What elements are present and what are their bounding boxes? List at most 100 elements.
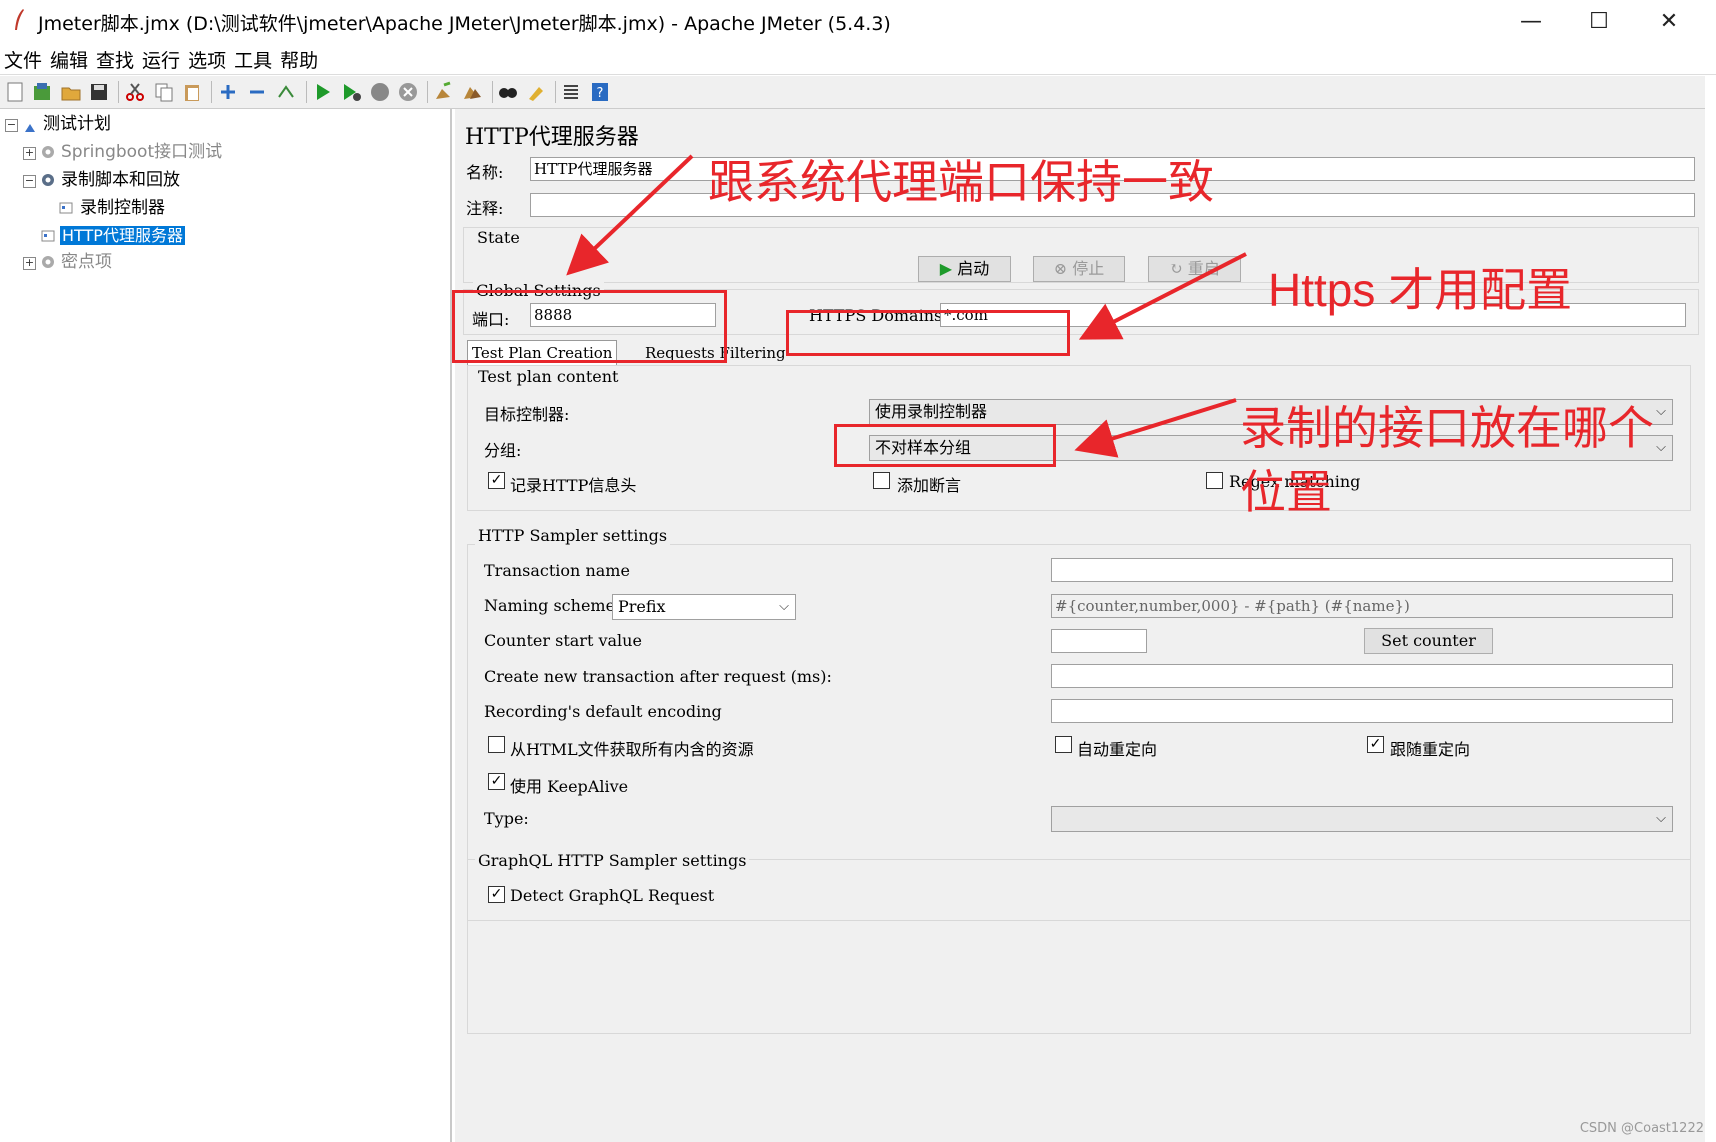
start-icon[interactable] — [312, 81, 334, 103]
test-plan-icon — [25, 117, 35, 132]
menu-bar: 文件 编辑 查找 运行 选项 工具 帮助 — [0, 44, 1716, 75]
transaction-name-label: Transaction name — [484, 561, 630, 580]
record-headers-label: 记录HTTP信息头 — [510, 476, 637, 495]
paste-icon[interactable] — [181, 81, 203, 103]
gear-icon — [42, 146, 54, 158]
naming-scheme-label: Naming scheme — [484, 596, 616, 615]
collapse-toggle[interactable]: − — [23, 175, 36, 188]
start-button[interactable]: ▶ 启动 — [918, 256, 1011, 282]
expand-toggle[interactable]: + — [23, 257, 36, 270]
search-icon[interactable] — [497, 81, 519, 103]
annotation-port-text: 跟系统代理端口保持一致 — [708, 155, 1214, 209]
tree-item-springboot[interactable]: Springboot接口测试 — [61, 140, 222, 164]
gear-icon — [42, 174, 54, 186]
state-label: State — [474, 228, 523, 247]
copy-icon[interactable] — [153, 81, 175, 103]
menu-help[interactable]: 帮助 — [276, 44, 322, 73]
tree-item-dense-points[interactable]: 密点项 — [61, 250, 112, 274]
stop-icon[interactable] — [369, 81, 391, 103]
counter-start-label: Counter start value — [484, 631, 642, 650]
name-label: 名称: — [466, 163, 504, 182]
watermark: CSDN @Coast1222 — [1579, 1121, 1704, 1136]
create-transaction-label: Create new transaction after request (ms… — [484, 667, 832, 686]
annotation-box-target — [834, 424, 1056, 467]
start-no-pause-icon[interactable] — [340, 81, 362, 103]
expand-all-icon[interactable] — [217, 81, 239, 103]
retrieve-resources-checkbox[interactable] — [488, 736, 505, 753]
menu-search[interactable]: 查找 — [92, 44, 138, 73]
set-counter-button[interactable]: Set counter — [1364, 628, 1493, 654]
grouping-label: 分组: — [484, 441, 522, 460]
detect-graphql-checkbox[interactable]: ✓ — [488, 886, 505, 903]
keepalive-label: 使用 KeepAlive — [510, 777, 629, 796]
tree-item-test-plan[interactable]: 测试计划 — [43, 112, 111, 136]
http-sampler-label: HTTP Sampler settings — [475, 526, 671, 545]
comment-label: 注释: — [466, 199, 504, 218]
transaction-name-field[interactable] — [1051, 558, 1673, 582]
naming-scheme-select[interactable]: Prefix ⌵ — [612, 594, 796, 620]
type-select[interactable]: ⌵ — [1051, 806, 1673, 832]
annotation-https-text: Https 才用配置 — [1268, 264, 1573, 316]
svg-text:?: ? — [597, 86, 604, 101]
regex-matching-checkbox[interactable] — [1206, 472, 1223, 489]
collapse-toggle[interactable]: − — [5, 119, 18, 132]
auto-redirect-checkbox[interactable] — [1055, 736, 1072, 753]
templates-icon[interactable] — [31, 81, 53, 103]
follow-redirects-checkbox[interactable]: ✓ — [1367, 736, 1384, 753]
annotation-box-https — [786, 310, 1070, 356]
add-assertions-label: 添加断言 — [897, 476, 962, 495]
tree-item-record-controller[interactable]: 录制控制器 — [80, 196, 165, 220]
counter-start-field[interactable] — [1051, 629, 1147, 653]
record-headers-checkbox[interactable]: ✓ — [488, 472, 505, 489]
detect-graphql-label: Detect GraphQL Request — [510, 886, 715, 905]
retrieve-resources-label: 从HTML文件获取所有内含的资源 — [510, 740, 754, 759]
toggle-icon[interactable] — [275, 81, 297, 103]
collapse-all-icon[interactable] — [246, 81, 268, 103]
type-label: Type: — [484, 809, 529, 828]
menu-file[interactable]: 文件 — [0, 44, 46, 73]
expand-toggle[interactable]: + — [23, 147, 36, 160]
restart-button[interactable]: ↻ 重启 — [1148, 256, 1241, 282]
help-icon[interactable]: ? — [589, 81, 611, 103]
proxy-icon — [41, 230, 55, 242]
default-encoding-field[interactable] — [1051, 699, 1673, 723]
menu-options[interactable]: 选项 — [184, 44, 230, 73]
graphql-label: GraphQL HTTP Sampler settings — [475, 851, 750, 870]
test-plan-content-label: Test plan content — [475, 367, 622, 386]
title-bar: Jmeter脚本.jmx (D:\测试软件\jmeter\Apache JMet… — [0, 0, 1716, 44]
clear-icon[interactable] — [432, 81, 454, 103]
keepalive-checkbox[interactable]: ✓ — [488, 773, 505, 790]
create-transaction-field[interactable] — [1051, 664, 1673, 688]
menu-edit[interactable]: 编辑 — [46, 44, 92, 73]
stop-button[interactable]: ⊗ 停止 — [1033, 256, 1125, 282]
function-helper-icon[interactable] — [560, 81, 582, 103]
menu-tools[interactable]: 工具 — [230, 44, 276, 73]
tree-item-record-replay[interactable]: 录制脚本和回放 — [61, 168, 180, 192]
toolbar: ? — [0, 76, 1705, 109]
auto-redirect-label: 自动重定向 — [1077, 740, 1158, 759]
cut-icon[interactable] — [124, 81, 146, 103]
save-icon[interactable] — [88, 81, 110, 103]
gear-icon — [42, 256, 54, 268]
jmeter-logo-icon — [15, 9, 24, 30]
menu-run[interactable]: 运行 — [138, 44, 184, 73]
default-encoding-label: Recording's default encoding — [484, 702, 722, 721]
window-title: Jmeter脚本.jmx (D:\测试软件\jmeter\Apache JMet… — [38, 13, 891, 35]
test-plan-tree: − 测试计划 + Springboot接口测试 − 录制脚本和回放 录制控制器 … — [0, 109, 452, 1142]
annotation-box-port — [452, 290, 727, 363]
add-assertions-checkbox[interactable] — [873, 472, 890, 489]
new-icon[interactable] — [4, 81, 26, 103]
minimize-button[interactable]: — — [1508, 6, 1554, 38]
close-button[interactable]: ✕ — [1646, 6, 1692, 38]
annotation-target-text-line2: 位置 — [1240, 465, 1332, 519]
shutdown-icon[interactable] — [397, 81, 419, 103]
maximize-button[interactable]: ☐ — [1576, 6, 1622, 38]
target-controller-label: 目标控制器: — [484, 405, 570, 424]
open-icon[interactable] — [60, 81, 82, 103]
reset-search-icon[interactable] — [525, 81, 547, 103]
tree-item-http-proxy[interactable]: HTTP代理服务器 — [60, 224, 185, 248]
controller-icon — [59, 202, 73, 214]
clear-all-icon[interactable] — [461, 81, 483, 103]
naming-format-field[interactable]: #{counter,number,000} - #{path} (#{name}… — [1051, 594, 1673, 618]
annotation-target-text-line1: 录制的接口放在哪个 — [1240, 401, 1654, 455]
